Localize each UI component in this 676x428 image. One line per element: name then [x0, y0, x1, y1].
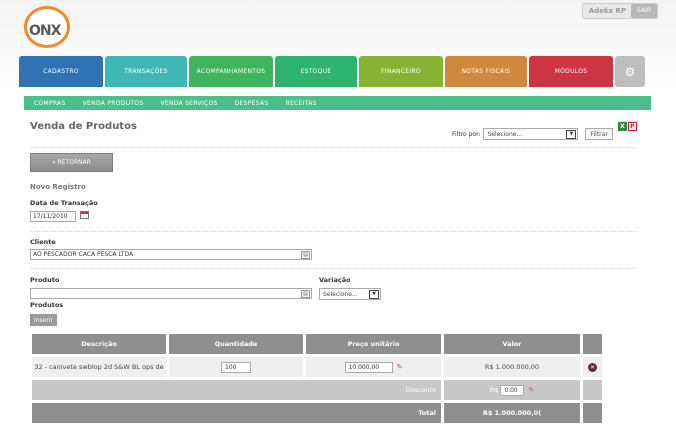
excel-export-icon[interactable]: X: [618, 122, 627, 131]
page: ONX Adekx RP SAIR CADASTRO TRANSAÇÕES AC…: [0, 0, 676, 428]
total-row: Total R$ 1.000.000,0(: [32, 403, 603, 423]
total-label: Total: [32, 403, 441, 423]
edit-pencil-icon[interactable]: ✎: [397, 363, 403, 371]
onix-logo[interactable]: ONX: [24, 6, 70, 48]
quantity-input[interactable]: 100: [221, 361, 251, 373]
nav-modulos[interactable]: MÓDULOS: [529, 56, 613, 87]
filter-select[interactable]: Selecione... ▼: [483, 128, 579, 140]
edit-pencil-icon[interactable]: ✎: [528, 386, 534, 394]
table-row: 32 - canivete swblop 2d S&W BL ops de 10…: [32, 357, 603, 377]
total-value: R$ 1.000.000,0(: [444, 403, 580, 423]
divider: [30, 268, 636, 269]
filter-label: Filtro por:: [452, 130, 481, 138]
settings-gear-icon[interactable]: ⚙: [615, 56, 645, 87]
product-field[interactable]: [30, 288, 312, 299]
nav-transacoes[interactable]: TRANSAÇÕES: [105, 56, 187, 87]
product-label: Produto: [30, 276, 60, 284]
discount-spacer: [583, 380, 602, 400]
table-header-row: Descrição Quantidade Preço unitário Valo…: [32, 334, 603, 354]
row-preco-cell: 10.000,00 ✎: [306, 357, 441, 377]
row-quantidade-cell: 100: [169, 357, 303, 377]
col-header-descricao: Descrição: [32, 334, 166, 354]
divider: [30, 147, 636, 148]
sub-nav: COMPRAS VENDA PRODUTOS VENDA SERVIÇOS DE…: [24, 96, 651, 110]
client-lookup-icon[interactable]: ▤: [301, 251, 310, 259]
filter-bar: Filtro por: Selecione... ▼ Filtrar: [452, 128, 613, 140]
subnav-despesas[interactable]: DESPESAS: [235, 100, 269, 107]
row-valor: R$ 1.000.000,00: [444, 357, 580, 377]
products-table: Descrição Quantidade Preço unitário Valo…: [32, 334, 603, 426]
filter-select-value: Selecione...: [487, 130, 523, 138]
back-button[interactable]: « RETORNAR: [30, 153, 113, 172]
variation-select-value: Selecione...: [323, 290, 358, 298]
discount-row: Desconto R$ 0,00 ✎: [32, 380, 603, 400]
client-field[interactable]: AO PESCADOR CACA PESCA LTDA: [30, 249, 312, 260]
main-nav: CADASTRO TRANSAÇÕES ACOMPANHAMENTOS ESTO…: [19, 56, 657, 87]
insert-button[interactable]: Inserir: [30, 314, 57, 326]
divider: [30, 231, 636, 232]
logo-text: ONX: [29, 23, 61, 39]
unit-price-input[interactable]: 10.000,00: [344, 361, 393, 373]
col-header-actions: [583, 334, 602, 354]
user-name: Adekx RP: [588, 7, 627, 15]
discount-label: Desconto: [32, 380, 441, 400]
calendar-icon[interactable]: [80, 211, 89, 219]
date-label: Data de Transação: [30, 199, 98, 207]
logout-button[interactable]: SAIR: [631, 4, 657, 18]
pdf-export-icon[interactable]: P: [628, 122, 637, 131]
filter-button[interactable]: Filtrar: [585, 128, 613, 140]
client-label: Cliente: [30, 238, 56, 246]
products-label: Produtos: [30, 301, 64, 309]
dropdown-arrow-icon: ▼: [566, 129, 577, 139]
col-header-preco: Preço unitário: [306, 334, 441, 354]
discount-cell: R$ 0,00 ✎: [444, 380, 580, 400]
subnav-receitas[interactable]: RECEITAS: [286, 100, 317, 107]
row-delete-cell: ✕: [583, 357, 602, 377]
nav-notas-fiscais[interactable]: NOTAS FISCAIS: [445, 56, 527, 87]
page-title: Venda de Produtos: [30, 121, 137, 132]
col-header-quantidade: Quantidade: [169, 334, 303, 354]
total-spacer: [583, 403, 602, 423]
nav-financeiro[interactable]: FINANCEIRO: [359, 56, 443, 87]
discount-input[interactable]: 0,00: [500, 384, 525, 396]
date-field[interactable]: 17/11/2010: [30, 211, 76, 222]
row-descricao: 32 - canivete swblop 2d S&W BL ops de: [32, 357, 166, 377]
delete-row-icon[interactable]: ✕: [588, 362, 597, 372]
user-box: Adekx RP SAIR: [581, 3, 658, 19]
section-title: Novo Registro: [30, 183, 86, 191]
product-lookup-icon[interactable]: ▤: [301, 290, 310, 298]
subnav-venda-servicos[interactable]: VENDA SERVIÇOS: [160, 100, 217, 107]
subnav-compras[interactable]: COMPRAS: [34, 100, 66, 107]
variation-select[interactable]: Selecione... ▼: [319, 288, 381, 300]
discount-currency: R$: [489, 386, 499, 394]
nav-cadastro[interactable]: CADASTRO: [19, 56, 103, 87]
subnav-venda-produtos[interactable]: VENDA PRODUTOS: [83, 100, 144, 107]
nav-acompanhamentos[interactable]: ACOMPANHAMENTOS: [189, 56, 273, 87]
variation-label: Variação: [319, 276, 351, 284]
nav-estoque[interactable]: ESTOQUE: [275, 56, 357, 87]
dropdown-arrow-icon: ▼: [369, 289, 379, 299]
export-icons: X P: [618, 122, 637, 131]
col-header-valor: Valor: [444, 334, 580, 354]
